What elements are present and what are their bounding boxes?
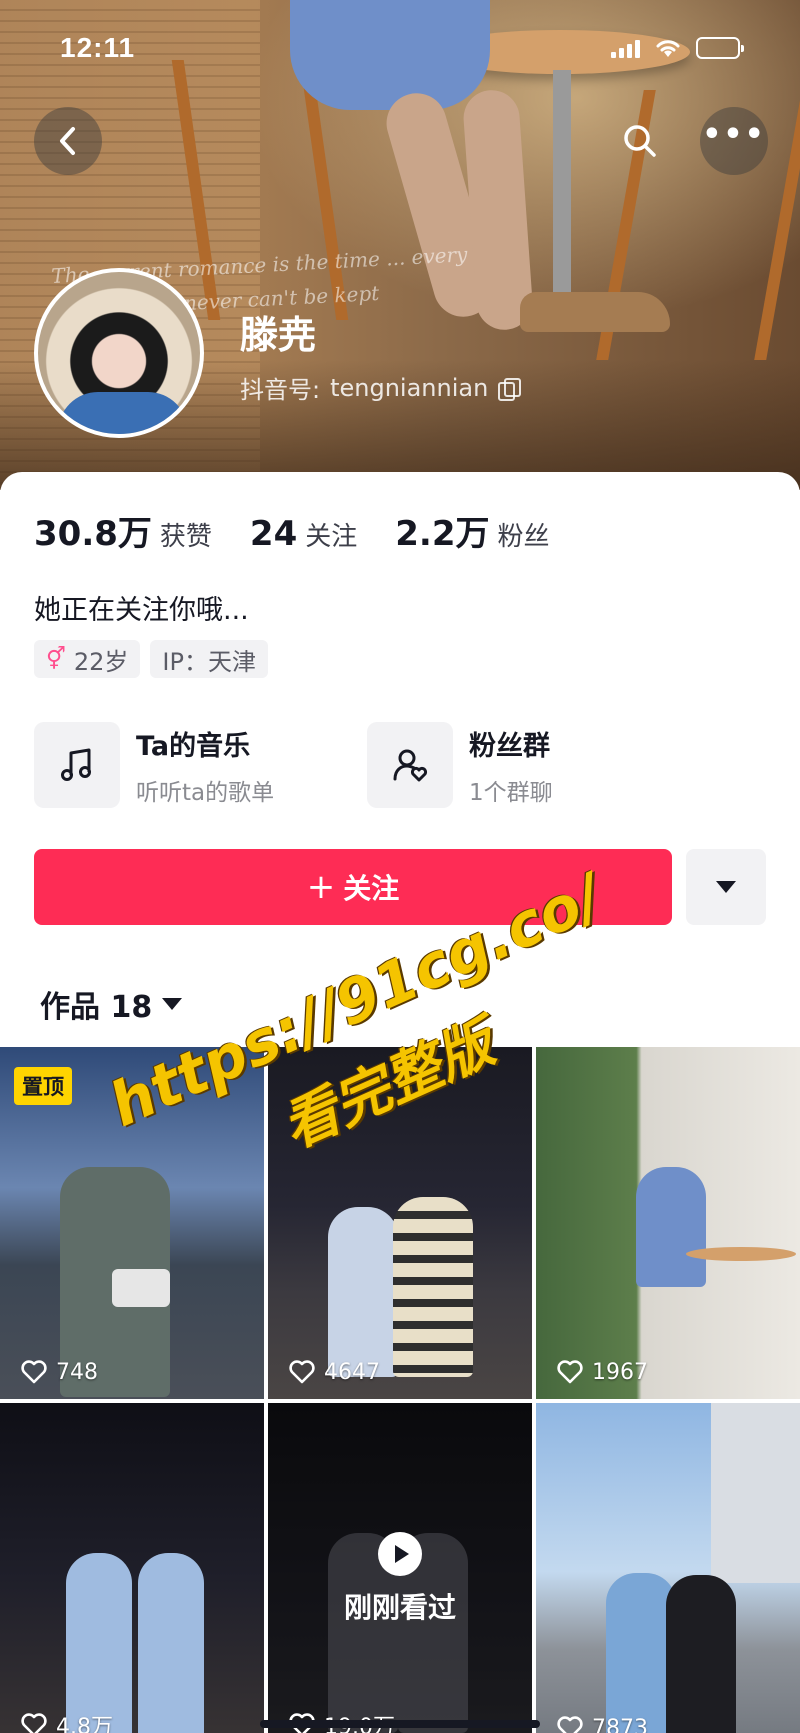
more-button[interactable]: ••• (700, 107, 768, 175)
feature-title: Ta的音乐 (136, 730, 251, 762)
feature-subtitle: 听听ta的歌单 (136, 779, 275, 806)
age-text: 22岁 (73, 647, 129, 676)
heart-icon (21, 1360, 47, 1384)
play-icon (378, 1532, 422, 1576)
douyin-id-label: 抖音号: (240, 376, 321, 404)
status-time: 12:11 (60, 32, 136, 63)
video-thumbnail (0, 1403, 264, 1733)
music-entry[interactable]: Ta的音乐 听听ta的歌单 (34, 722, 367, 808)
battery-icon (696, 37, 744, 59)
douyin-id: tengniannian (330, 373, 489, 402)
like-count: 7873 (556, 1715, 648, 1733)
ip-tag: IP：天津 (150, 640, 268, 678)
profile-cover: The current romance is the time ... ever… (0, 0, 800, 490)
like-count: 4647 (288, 1359, 380, 1385)
recently-watched-label: 刚刚看过 (343, 1591, 456, 1624)
recently-watched-overlay: 刚刚看过 (268, 1403, 532, 1733)
stat-value: 2.2万 (395, 514, 490, 554)
video-tile[interactable]: 4647 (268, 1047, 532, 1399)
heart-icon (557, 1716, 583, 1733)
back-button[interactable] (34, 107, 102, 175)
works-tab-label: 作品 18 (40, 990, 153, 1025)
video-tile[interactable]: 4.8万 (0, 1403, 264, 1733)
stat-label: 获赞 (159, 522, 212, 552)
like-count-value: 4.8万 (56, 1715, 113, 1733)
feature-subtitle: 1个群聊 (469, 779, 553, 806)
like-count: 748 (20, 1359, 98, 1385)
tab-works[interactable]: 作品 18 (40, 982, 183, 1026)
video-grid: 置顶 748 4647 1967 4.8万 刚刚看过 7873 (0, 1047, 800, 1733)
search-icon (624, 125, 656, 157)
follow-row: + 关注 (34, 849, 766, 925)
tags-row: ⚥ 22岁 IP：天津 (34, 640, 268, 678)
ip-text: IP：天津 (162, 647, 256, 676)
wifi-icon (656, 40, 680, 57)
like-count-value: 4647 (324, 1359, 380, 1385)
status-icons (611, 37, 744, 59)
age-tag: ⚥ 22岁 (34, 640, 141, 678)
fan-group-icon (393, 749, 428, 782)
more-dots-icon: ••• (702, 117, 766, 152)
cellular-signal-icon (611, 38, 640, 58)
video-tile[interactable]: 7873 (536, 1403, 800, 1733)
video-tile[interactable]: 刚刚看过 19.0万 (268, 1403, 532, 1733)
search-button[interactable] (606, 107, 674, 175)
features-row: Ta的音乐 听听ta的歌单 粉丝群 1个群聊 (34, 722, 700, 808)
stat-label: 粉丝 (497, 522, 550, 552)
heart-icon (21, 1713, 47, 1733)
caret-down-icon (716, 881, 736, 893)
copy-icon[interactable] (498, 377, 522, 401)
stats-row: 30.8万 获赞 24 关注 2.2万 粉丝 (34, 506, 588, 555)
recommend-dropdown-button[interactable] (686, 849, 766, 925)
chevron-left-icon (60, 127, 75, 155)
heart-icon (557, 1360, 583, 1384)
cover-table-leg (553, 70, 571, 330)
bio-text: 她正在关注你哦... (34, 595, 249, 626)
like-count-value: 7873 (592, 1715, 648, 1733)
fan-group-icon-box (367, 722, 453, 808)
user-name: 滕尭 (240, 313, 317, 357)
like-count: 1967 (556, 1359, 648, 1385)
avatar[interactable] (34, 268, 204, 438)
cover-shoe (520, 292, 670, 332)
caret-down-icon (162, 998, 183, 1010)
fan-group-entry[interactable]: 粉丝群 1个群聊 (367, 722, 700, 808)
pinned-badge: 置顶 (14, 1067, 72, 1105)
music-icon-box (34, 722, 120, 808)
like-count: 4.8万 (20, 1709, 113, 1733)
stat-value: 30.8万 (34, 514, 152, 554)
plus-icon: + (306, 867, 336, 907)
like-count-value: 1967 (592, 1359, 648, 1385)
stat-followers[interactable]: 2.2万 粉丝 (395, 506, 549, 555)
stat-likes[interactable]: 30.8万 获赞 (34, 506, 212, 555)
follow-label: 关注 (343, 872, 400, 905)
douyin-id-row[interactable]: 抖音号: tengniannian (240, 370, 522, 405)
feature-title: 粉丝群 (469, 730, 550, 762)
stat-label: 关注 (305, 522, 358, 552)
heart-icon (289, 1360, 315, 1384)
like-count-value: 748 (56, 1359, 98, 1385)
home-indicator[interactable] (260, 1720, 540, 1728)
stat-following[interactable]: 24 关注 (250, 514, 357, 554)
stat-value: 24 (249, 514, 298, 554)
status-bar: 12:11 (0, 0, 800, 96)
music-note-icon (61, 748, 91, 781)
profile-card: 30.8万 获赞 24 关注 2.2万 粉丝 她正在关注你哦... ⚥ 22岁 … (0, 472, 800, 1047)
video-tile[interactable]: 置顶 748 (0, 1047, 264, 1399)
follow-button[interactable]: + 关注 (34, 849, 672, 925)
video-tile[interactable]: 1967 (536, 1047, 800, 1399)
female-gender-icon: ⚥ (46, 646, 66, 672)
